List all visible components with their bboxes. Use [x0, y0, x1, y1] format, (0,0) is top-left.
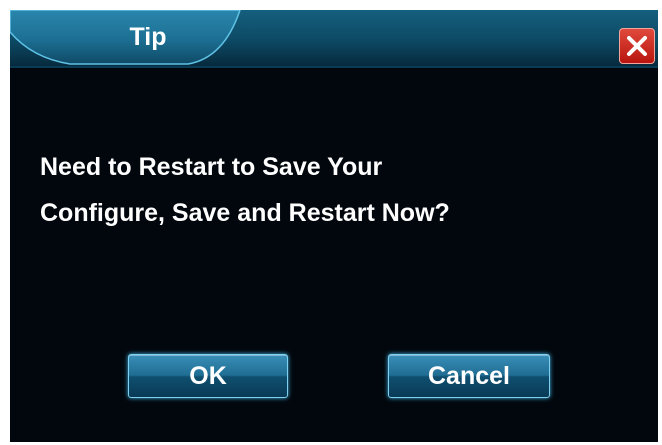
ok-button[interactable]: OK: [128, 354, 288, 398]
dialog-title: Tip: [129, 23, 167, 51]
message-line-2: Configure, Save and Restart Now?: [40, 199, 450, 227]
close-icon: [627, 36, 647, 56]
dialog-message: Need to Restart to Save Your Configure, …: [40, 144, 640, 236]
cancel-button[interactable]: Cancel: [388, 354, 550, 398]
message-line-1: Need to Restart to Save Your: [40, 153, 383, 181]
close-button[interactable]: [619, 28, 655, 64]
tip-dialog: Tip Need to Restart to Save Your Configu…: [10, 10, 658, 442]
title-bar: Tip: [10, 10, 658, 68]
